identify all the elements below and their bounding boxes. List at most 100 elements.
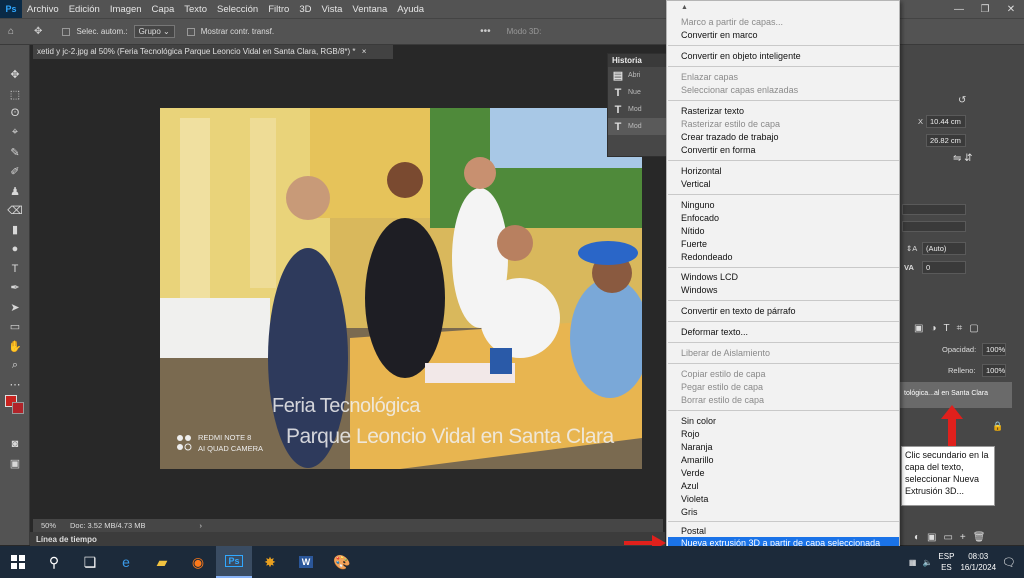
menu-item[interactable]: Vertical — [681, 178, 711, 190]
text-layer-line2[interactable]: Parque Leoncio Vidal en Santa Clara — [286, 425, 614, 449]
history-row[interactable]: ▤ Abri — [608, 67, 666, 84]
menu-item[interactable]: Convertir en objeto inteligente — [681, 50, 801, 62]
menu-item[interactable]: Amarillo — [681, 454, 714, 466]
history-panel-title[interactable]: Historia — [608, 54, 666, 67]
status-more-icon[interactable]: › — [199, 521, 202, 530]
flip-icon[interactable]: ⇋ ⇵ — [953, 153, 973, 164]
menu-item[interactable]: Enfocado — [681, 212, 719, 224]
x-position-input[interactable]: 10.44 cm — [926, 115, 966, 128]
search-icon[interactable]: ⚲ — [36, 546, 72, 578]
firefox-icon[interactable]: ◉ — [180, 546, 216, 578]
menu-texto[interactable]: Texto — [179, 4, 212, 15]
tracking-dropdown[interactable]: 0 — [922, 261, 966, 274]
menu-item[interactable]: Fuerte — [681, 238, 707, 250]
restore-button[interactable]: ❐ — [972, 0, 998, 18]
font-style-dropdown[interactable] — [902, 221, 966, 232]
menu-item[interactable]: Windows LCD — [681, 271, 738, 283]
menu-item[interactable]: Nítido — [681, 225, 705, 237]
marquee-tool-icon[interactable]: ⬚ — [0, 84, 30, 103]
notifications-icon[interactable]: 🗨 — [1002, 556, 1016, 569]
show-transform-checkbox[interactable] — [186, 27, 195, 36]
clock[interactable]: 08:03 16/1/2024 — [960, 551, 996, 573]
menu-item[interactable]: Deformar texto... — [681, 326, 748, 338]
menu-item[interactable]: Rojo — [681, 428, 700, 440]
menu-item[interactable]: Verde — [681, 467, 705, 479]
move-tool-icon[interactable]: ✥ — [0, 65, 30, 84]
dodge-tool-icon[interactable]: ● — [0, 240, 30, 259]
stamp-tool-icon[interactable]: ♟ — [0, 181, 30, 200]
menu-item[interactable]: Horizontal — [681, 165, 722, 177]
menu-item[interactable]: Gris — [681, 506, 698, 518]
history-row[interactable]: T Nue — [608, 84, 666, 101]
app-icon[interactable]: ✸ — [252, 546, 288, 578]
menu-item[interactable]: Sin color — [681, 415, 716, 427]
history-row[interactable]: T Mod — [608, 101, 666, 118]
menu-item[interactable]: Convertir en forma — [681, 144, 756, 156]
menu-item[interactable]: Azul — [681, 480, 699, 492]
menu-3d[interactable]: 3D — [294, 4, 316, 15]
menu-scroll-up-icon[interactable]: ▲ — [681, 4, 688, 11]
menu-item[interactable]: Convertir en marco — [681, 29, 758, 41]
gradient-tool-icon[interactable]: ▮ — [0, 220, 30, 239]
menu-ayuda[interactable]: Ayuda — [392, 4, 429, 15]
reset-icon[interactable]: ↺ — [958, 95, 966, 106]
document-tab[interactable]: xetid y jc-2.jpg al 50% (Feria Tecnológi… — [33, 45, 393, 59]
brush-tool-icon[interactable]: ✐ — [0, 162, 30, 181]
zoom-level[interactable]: 50% — [41, 521, 56, 530]
windows-start-icon[interactable] — [0, 546, 36, 578]
move-tool-icon[interactable]: ✥ — [34, 26, 42, 37]
menu-item[interactable]: Redondeado — [681, 251, 733, 263]
layer-filter-icons[interactable]: ▣◑T⌗▢ — [914, 323, 986, 334]
more-tools-icon[interactable]: ⋯ — [0, 375, 30, 394]
close-button[interactable]: ✕ — [998, 0, 1024, 18]
photoshop-taskbar-icon[interactable]: Ps — [216, 546, 252, 578]
menu-vista[interactable]: Vista — [316, 4, 347, 15]
path-select-tool-icon[interactable]: ➤ — [0, 298, 30, 317]
paint-icon[interactable]: 🎨 — [324, 546, 360, 578]
word-icon[interactable]: W — [288, 546, 324, 578]
menu-filtro[interactable]: Filtro — [263, 4, 294, 15]
menu-item[interactable]: Ninguno — [681, 199, 715, 211]
file-explorer-icon[interactable]: ▰ — [144, 546, 180, 578]
shape-tool-icon[interactable]: ▭ — [0, 317, 30, 336]
eyedropper-tool-icon[interactable]: ✎ — [0, 143, 30, 162]
opacity-input[interactable]: 100% — [982, 343, 1006, 356]
y-position-input[interactable]: 26.82 cm — [926, 134, 966, 147]
menu-archivo[interactable]: Archivo — [22, 4, 64, 15]
menu-item[interactable]: Violeta — [681, 493, 708, 505]
pen-tool-icon[interactable]: ✒ — [0, 278, 30, 297]
quick-select-tool-icon[interactable]: ⌖ — [0, 123, 30, 142]
home-icon[interactable]: ⌂ — [8, 26, 14, 37]
minimize-button[interactable]: — — [946, 0, 972, 18]
document-close-icon[interactable]: × — [362, 47, 367, 56]
timeline-panel-tab[interactable]: Línea de tiempo — [30, 532, 665, 546]
volume-icon[interactable]: 🔈 — [922, 558, 932, 567]
history-row-selected[interactable]: T Mod — [608, 118, 666, 135]
more-options-icon[interactable]: ••• — [480, 26, 491, 37]
language-indicator[interactable]: ESP ES — [938, 551, 954, 573]
eraser-tool-icon[interactable]: ⌫ — [0, 201, 30, 220]
lasso-tool-icon[interactable]: ʘ — [0, 104, 30, 123]
menu-edicion[interactable]: Edición — [64, 4, 105, 15]
menu-item[interactable]: Rasterizar texto — [681, 105, 744, 117]
menu-item[interactable]: Postal — [681, 525, 706, 537]
group-dropdown[interactable]: Grupo ⌄ — [133, 25, 175, 38]
hand-tool-icon[interactable]: ✋ — [0, 336, 30, 355]
text-layer-line1[interactable]: Feria Tecnológica — [272, 395, 420, 418]
menu-seleccion[interactable]: Selección — [212, 4, 263, 15]
edge-browser-icon[interactable]: e — [108, 546, 144, 578]
menu-ventana[interactable]: Ventana — [347, 4, 392, 15]
layer-action-icons[interactable]: ◐▣▭+🗑 — [914, 532, 992, 543]
font-family-dropdown[interactable] — [902, 204, 966, 215]
network-icon[interactable]: ▦ — [909, 558, 917, 567]
zoom-tool-icon[interactable]: ⌕ — [0, 356, 30, 375]
menu-capa[interactable]: Capa — [147, 4, 180, 15]
menu-item[interactable]: Crear trazado de trabajo — [681, 131, 779, 143]
auto-select-checkbox[interactable] — [62, 27, 71, 36]
fill-input[interactable]: 100% — [982, 364, 1006, 377]
menu-imagen[interactable]: Imagen — [105, 4, 147, 15]
menu-item[interactable]: Windows — [681, 284, 718, 296]
menu-item[interactable]: Naranja — [681, 441, 713, 453]
background-color-swatch[interactable] — [12, 402, 24, 414]
task-view-icon[interactable]: ❏ — [72, 546, 108, 578]
